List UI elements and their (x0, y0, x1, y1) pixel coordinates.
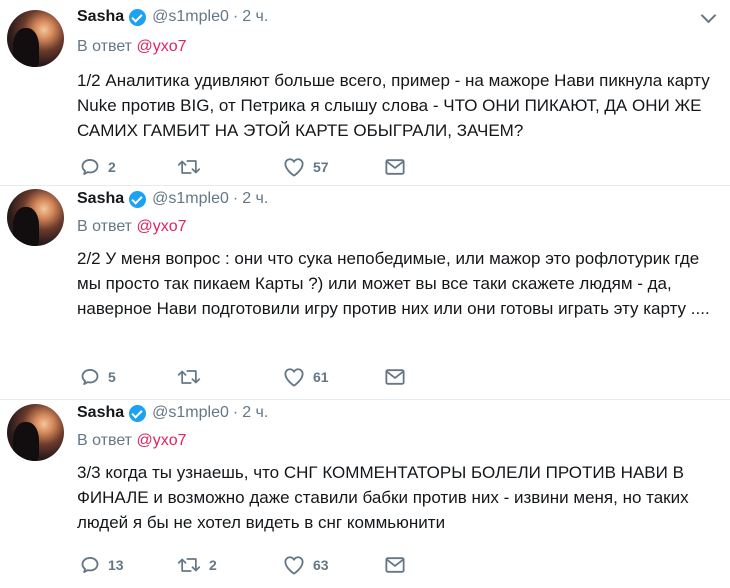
separator-dot: · (232, 190, 239, 207)
direct-message-button[interactable] (385, 156, 405, 178)
tweet-actions: 2 57 (80, 156, 480, 178)
direct-message-button[interactable] (385, 554, 405, 576)
reply-icon (80, 367, 100, 387)
tweet-header: Sasha @s1mple0 · 2 ч. (77, 403, 268, 423)
tweet-feed: Sasha @s1mple0 · 2 ч. В ответ @yxo7 1/2 … (0, 0, 730, 588)
reply-mention-link[interactable]: @yxo7 (136, 432, 186, 449)
like-button[interactable]: 63 (283, 554, 329, 576)
retweet-icon (177, 157, 201, 177)
tweet-header: Sasha @s1mple0 · 2 ч. (77, 7, 268, 27)
separator-dot: · (232, 404, 239, 421)
direct-message-icon (385, 556, 405, 574)
like-count: 63 (313, 557, 329, 573)
direct-message-button[interactable] (385, 366, 405, 388)
timestamp[interactable]: 2 ч. (242, 8, 268, 26)
like-count: 57 (313, 159, 329, 175)
like-icon (283, 367, 305, 387)
author-name[interactable]: Sasha (77, 404, 124, 422)
tweet-actions: 13 2 63 (80, 554, 480, 576)
avatar[interactable] (7, 10, 64, 67)
reply-count: 2 (108, 159, 116, 175)
reply-icon (80, 157, 100, 177)
direct-message-icon (385, 368, 405, 386)
chevron-down-icon[interactable] (700, 7, 717, 24)
reply-button[interactable]: 5 (80, 366, 116, 388)
reply-icon (80, 555, 100, 575)
verified-badge-icon (129, 404, 147, 422)
like-button[interactable]: 61 (283, 366, 329, 388)
reply-prefix: В ответ (77, 218, 133, 235)
timestamp[interactable]: 2 ч. (242, 404, 268, 422)
tweet-text: 1/2 Аналитика удивляют больше всего, при… (77, 71, 710, 140)
retweet-icon (177, 367, 201, 387)
reply-mention-link[interactable]: @yxo7 (136, 38, 186, 55)
reply-count: 5 (108, 369, 116, 385)
tweet-text: 2/2 У меня вопрос : они что сука непобед… (77, 249, 710, 318)
reply-count: 13 (108, 557, 124, 573)
reply-prefix: В ответ (77, 432, 133, 449)
avatar[interactable] (7, 189, 64, 246)
tweet[interactable]: Sasha @s1mple0 · 2 ч. В ответ @yxo7 1/2 … (0, 0, 730, 186)
verified-badge-icon (129, 8, 147, 26)
reply-button[interactable]: 2 (80, 156, 116, 178)
reply-button[interactable]: 13 (80, 554, 124, 576)
tweet[interactable]: Sasha @s1mple0 · 2 ч. В ответ @yxo7 3/3 … (0, 400, 730, 588)
retweet-button[interactable]: 2 (177, 554, 217, 576)
author-name[interactable]: Sasha (77, 190, 124, 208)
reply-mention-link[interactable]: @yxo7 (136, 218, 186, 235)
like-count: 61 (313, 369, 329, 385)
retweet-button[interactable] (177, 366, 209, 388)
author-handle[interactable]: @s1mple0 (152, 8, 229, 26)
reply-context: В ответ @yxo7 (77, 38, 187, 56)
author-name[interactable]: Sasha (77, 8, 124, 26)
separator-dot: · (232, 8, 239, 25)
direct-message-icon (385, 158, 405, 176)
tweet-actions: 5 61 (80, 366, 480, 388)
timestamp[interactable]: 2 ч. (242, 190, 268, 208)
tweet[interactable]: Sasha @s1mple0 · 2 ч. В ответ @yxo7 2/2 … (0, 186, 730, 400)
author-handle[interactable]: @s1mple0 (152, 404, 229, 422)
retweet-icon (177, 555, 201, 575)
author-handle[interactable]: @s1mple0 (152, 190, 229, 208)
verified-badge-icon (129, 190, 147, 208)
like-icon (283, 157, 305, 177)
reply-context: В ответ @yxo7 (77, 432, 187, 450)
like-icon (283, 555, 305, 575)
retweet-count: 2 (209, 557, 217, 573)
like-button[interactable]: 57 (283, 156, 329, 178)
tweet-header: Sasha @s1mple0 · 2 ч. (77, 189, 268, 209)
retweet-button[interactable] (177, 156, 209, 178)
reply-prefix: В ответ (77, 38, 133, 55)
tweet-text: 3/3 когда ты узнаешь, что СНГ КОММЕНТАТО… (77, 463, 689, 532)
avatar[interactable] (7, 404, 64, 461)
reply-context: В ответ @yxo7 (77, 218, 187, 236)
